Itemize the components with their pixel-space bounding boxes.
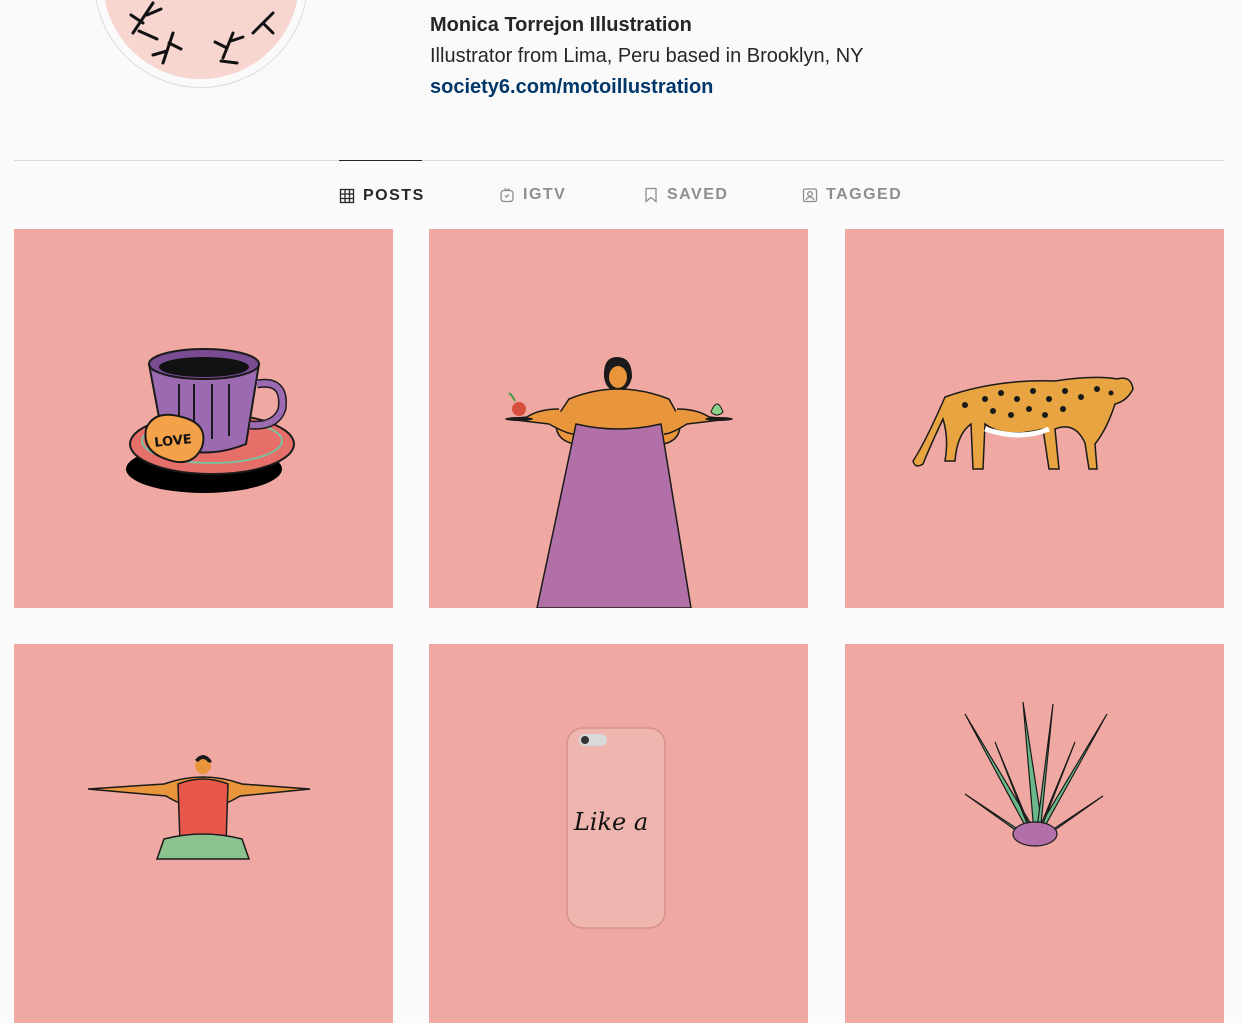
tab-tagged-label: TAGGED [826,186,903,203]
tab-tagged[interactable]: TAGGED [802,160,902,230]
phone-case-text: Like a [573,808,648,836]
yoga-illustration [87,755,311,860]
avatar[interactable] [103,0,299,79]
post-jaguar[interactable] [845,229,1224,608]
bookmark-icon [643,187,659,203]
profile-name: Monica Torrejon Illustration [430,14,692,36]
tagged-user-icon [802,187,818,203]
tabs-divider [14,160,1224,161]
profile-avatar-ring[interactable] [94,0,308,88]
post-yoga[interactable] [14,644,393,1023]
post-pineapple-plant[interactable] [845,644,1224,1023]
teacup-illustration: LOVE [126,348,295,493]
post-phone-case[interactable]: Like a [429,644,808,1023]
tab-saved[interactable]: SAVED [643,160,728,230]
tab-posts-label: POSTS [363,186,425,204]
jaguar-illustration [912,376,1134,470]
post-teacup[interactable]: LOVE [14,229,393,608]
tab-igtv[interactable]: IGTV [499,160,566,230]
post-woman-dress[interactable] [429,229,808,608]
phone-case-illustration: Like a [566,727,666,929]
woman-illustration [505,357,733,608]
igtv-icon [499,187,515,203]
profile-bio: Illustrator from Lima, Peru based in Bro… [430,45,864,67]
plant-illustration [964,701,1108,847]
tab-posts[interactable]: POSTS [339,160,425,230]
tab-saved-label: SAVED [667,186,729,203]
grid-icon [339,188,355,204]
avatar-leaf-pattern [103,0,299,79]
tab-igtv-label: IGTV [523,186,567,203]
profile-website-link[interactable]: society6.com/motoillustration [430,76,713,99]
